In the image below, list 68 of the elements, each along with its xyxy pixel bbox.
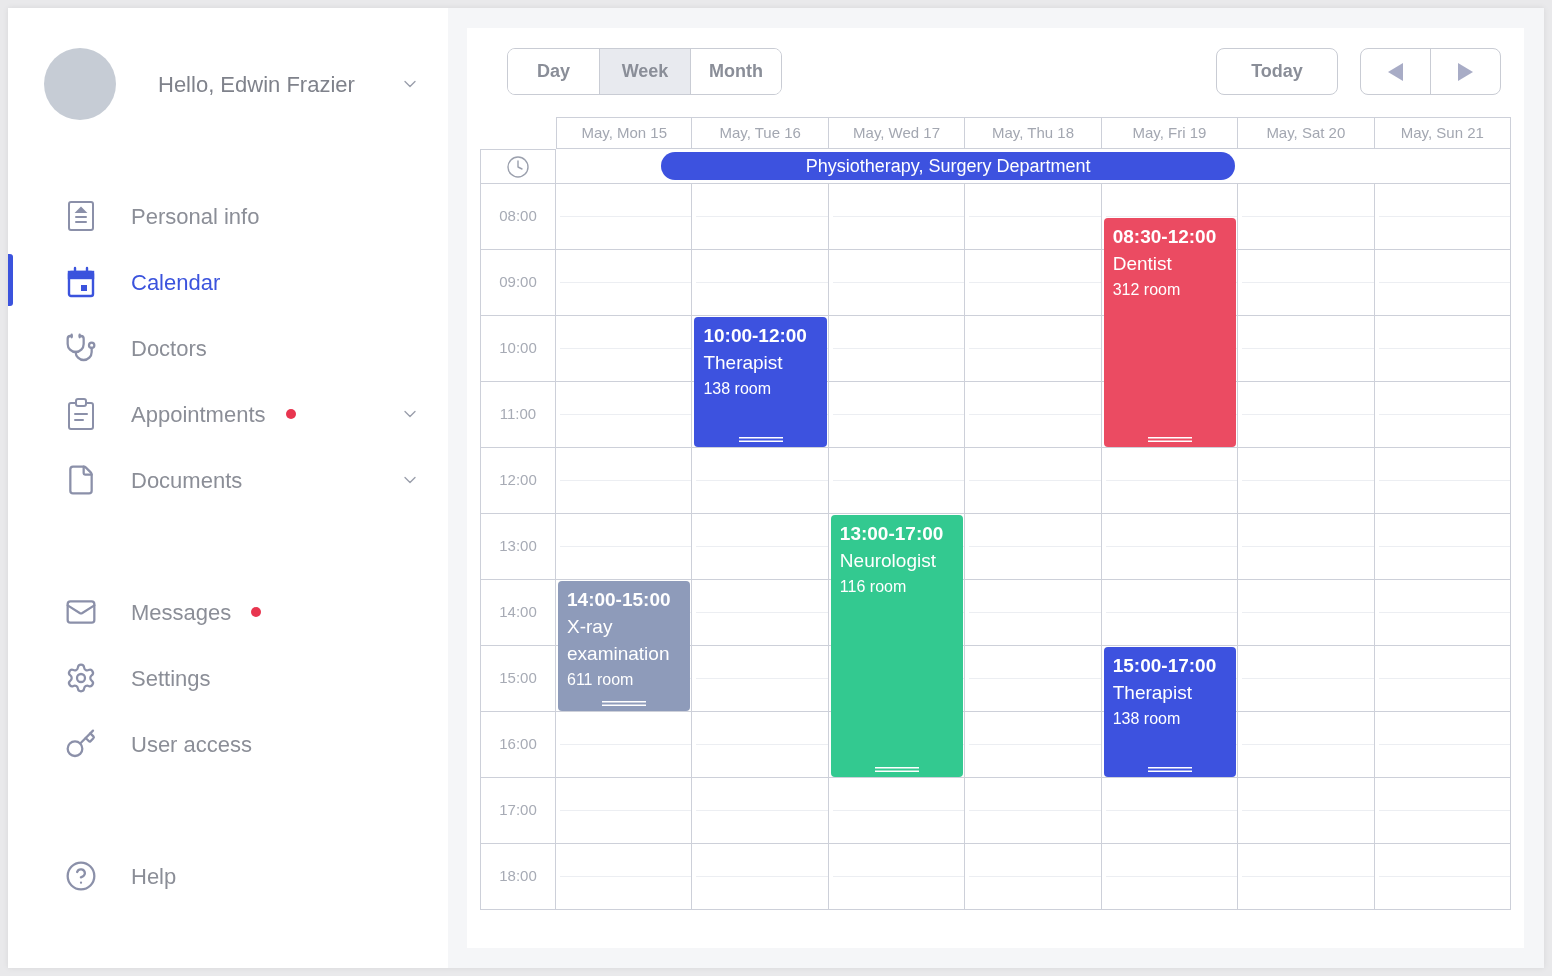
nav-item[interactable]: Settings	[8, 645, 448, 711]
drag-handle-icon[interactable]	[602, 701, 647, 706]
settings-icon	[65, 662, 97, 694]
nav-item[interactable]: Personal info	[8, 183, 448, 249]
time-label: 11:00	[480, 382, 556, 448]
drag-handle-icon[interactable]	[875, 767, 920, 772]
event-time: 10:00-12:00	[703, 324, 808, 348]
event-room: 116 room	[839, 577, 908, 597]
nav-item[interactable]: Help	[8, 843, 448, 909]
nav-item[interactable]: Doctors	[8, 315, 448, 381]
appointment-event[interactable]: 08:30-12:00 Dentist 312 room	[1103, 218, 1237, 447]
day-header: May, Wed 17	[828, 117, 966, 149]
profile-card-icon	[65, 200, 97, 232]
day-header: May, Fri 19	[1101, 117, 1239, 149]
event-title: Therapist	[1112, 681, 1193, 705]
event-time: 14:00-15:00	[567, 588, 672, 612]
drag-handle-icon[interactable]	[1147, 767, 1192, 772]
event-room: 138 room	[703, 379, 772, 399]
drag-handle-icon[interactable]	[1147, 437, 1192, 442]
time-label: 08:00	[480, 184, 556, 250]
day-header: May, Mon 15	[556, 117, 693, 149]
appointment-event[interactable]: 14:00-15:00 X-ray examination 611 room	[558, 581, 691, 711]
event-title: Therapist	[703, 351, 784, 375]
nav-item[interactable]: Messages	[8, 579, 448, 645]
clock-icon	[506, 154, 530, 179]
event-title: X-ray examination	[567, 615, 671, 666]
view-tab[interactable]: Month	[690, 49, 781, 94]
nav-item[interactable]: User access	[8, 711, 448, 777]
triangle-left-icon	[1388, 62, 1403, 81]
stethoscope-icon	[65, 332, 97, 364]
view-tab[interactable]: Week	[599, 49, 690, 94]
day-header: May, Thu 18	[965, 117, 1102, 149]
time-label: 17:00	[480, 778, 556, 844]
event-room: 611 room	[567, 670, 635, 690]
nav-item[interactable]: Appointments	[8, 381, 448, 447]
time-label: 12:00	[480, 448, 556, 514]
time-label: 15:00	[480, 646, 556, 712]
appointment-event[interactable]: 10:00-12:00 Therapist 138 room	[694, 317, 827, 447]
event-title: Dentist	[1112, 252, 1173, 276]
time-label: 09:00	[480, 250, 556, 316]
event-time: 13:00-17:00	[839, 522, 945, 546]
appointment-event[interactable]: 15:00-17:00 Therapist 138 room	[1103, 647, 1237, 777]
day-header: May, Sat 20	[1238, 117, 1375, 149]
user-menu-button[interactable]: Hello, Edwin Frazier	[158, 64, 420, 104]
event-room: 312 room	[1112, 280, 1182, 300]
event-room: 138 room	[1112, 709, 1182, 729]
clipboard-icon	[65, 398, 97, 430]
time-label: 10:00	[480, 316, 556, 382]
triangle-right-icon	[1458, 62, 1473, 81]
calendar-icon	[65, 266, 97, 298]
help-icon	[65, 860, 97, 892]
today-button[interactable]: Today	[1216, 48, 1338, 95]
day-header: May, Sun 21	[1374, 117, 1511, 149]
time-label: 18:00	[480, 844, 556, 910]
event-time: 15:00-17:00	[1112, 654, 1218, 678]
appointment-event[interactable]: 13:00-17:00 Neurologist 116 room	[830, 515, 964, 777]
time-label: 16:00	[480, 712, 556, 778]
nav-item[interactable]: Calendar	[8, 249, 448, 315]
event-title: Neurologist	[839, 549, 937, 573]
nav-item[interactable]: Documents	[8, 447, 448, 513]
active-indicator	[8, 254, 13, 306]
all-day-event[interactable]: Physiotherapy, Surgery Department	[661, 152, 1236, 180]
key-icon	[65, 728, 97, 760]
day-header: May, Tue 16	[692, 117, 829, 149]
time-label: 14:00	[480, 580, 556, 646]
event-time: 08:30-12:00	[1112, 225, 1218, 249]
time-label: 13:00	[480, 514, 556, 580]
drag-handle-icon[interactable]	[738, 437, 783, 442]
